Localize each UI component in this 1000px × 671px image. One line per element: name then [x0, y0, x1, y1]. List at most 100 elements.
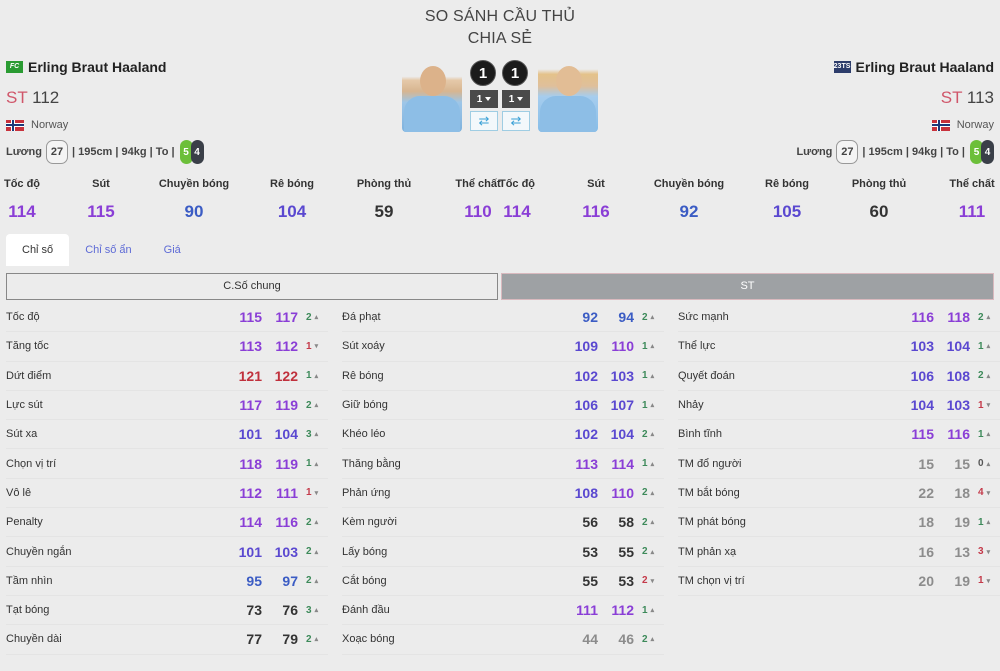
right-foot-rating: 4 — [981, 140, 994, 164]
player-left-position: ST — [6, 88, 28, 107]
stat-diff-value: 1 — [642, 340, 648, 352]
stat-diff-value: 3 — [978, 546, 984, 558]
stat-value-right: 103 — [274, 543, 298, 560]
stat-value-left: 56 — [582, 514, 598, 531]
stat-value-left: 44 — [582, 631, 598, 648]
stat-name: Sức mạnh — [678, 311, 729, 324]
stat-name: Tầm nhìn — [6, 574, 53, 587]
stat-row: Lấy bóng 53 55 2 ▴ — [342, 537, 664, 567]
summary-stat-label: Sút — [92, 178, 110, 190]
arrow-up-icon: ▴ — [986, 343, 991, 351]
stat-value-right: 103 — [946, 397, 970, 414]
player-right-upgrade-select[interactable]: 1 — [502, 90, 530, 108]
stats-column-2: Đá phạt 92 94 2 ▴ Sút xoáy 109 110 1 ▴ Rê bóng 102 1… — [342, 303, 664, 655]
stat-value-right: 97 — [282, 572, 298, 589]
player-left-swap-button[interactable]: ⇄ — [470, 111, 498, 131]
stat-diff: 1 ▴ — [298, 458, 328, 469]
stat-name: TM chọn vị trí — [678, 574, 745, 587]
player-right-info-row: Lương 27 | 195cm | 94kg | To | 5 4 — [694, 140, 994, 164]
player-left-name[interactable]: Erling Braut Haaland — [28, 59, 166, 75]
stat-diff-value: 2 — [642, 487, 648, 499]
stat-diff: 2 ▴ — [634, 487, 664, 498]
stat-row: Thể lực 103 104 1 ▴ — [678, 332, 1000, 362]
stat-value-left: 108 — [574, 484, 598, 501]
stat-diff-value: 2 — [642, 575, 648, 587]
player-right-swap-button[interactable]: ⇄ — [502, 111, 530, 131]
stat-value-left: 106 — [574, 397, 598, 414]
stat-name: Xoạc bóng — [342, 633, 395, 646]
tab-price[interactable]: Giá — [148, 234, 197, 266]
summary-stat-value: 114 — [503, 202, 531, 221]
arrow-up-icon: ▴ — [650, 519, 655, 527]
stat-diff-value: 1 — [642, 458, 648, 470]
stat-row: TM bắt bóng 22 18 4 ▾ — [678, 479, 1000, 509]
summary-stat-label: Sút — [587, 178, 605, 190]
stat-value-right: 111 — [276, 484, 298, 501]
stat-diff-value: 1 — [978, 399, 984, 411]
player-left-level-badge: 1 — [470, 60, 496, 86]
segment-general-stats[interactable]: C.Số chung — [6, 273, 498, 300]
stat-value-right: 116 — [275, 514, 298, 531]
player-left-info-row: Lương 27 | 195cm | 94kg | To | 5 4 — [6, 140, 306, 164]
stat-name: TM đổ người — [678, 457, 742, 470]
stat-value-right: 112 — [275, 338, 298, 355]
stat-diff: 1 ▴ — [634, 341, 664, 352]
stat-diff: 2 ▴ — [634, 312, 664, 323]
summary-stat-left: Tốc độ 114 — [0, 178, 62, 222]
stat-value-left: 92 — [582, 309, 598, 326]
player-left-name-row: FC Erling Braut Haaland — [6, 58, 306, 76]
stat-diff-value: 2 — [642, 311, 648, 323]
stat-diff-value: 1 — [306, 340, 312, 352]
stat-row: Kèm người 56 58 2 ▴ — [342, 508, 664, 538]
summary-stat-right: Sút 116 — [556, 178, 636, 222]
stat-diff: 2 ▴ — [634, 429, 664, 440]
stat-diff-value: 1 — [978, 575, 984, 587]
stat-value-right: 107 — [610, 397, 634, 414]
chevron-down-icon — [517, 97, 524, 101]
share-link[interactable]: CHIA SẺ — [0, 28, 1000, 50]
stat-value-right: 18 — [954, 484, 970, 501]
stat-diff-value: 1 — [306, 487, 312, 499]
stat-name: Tăng tốc — [6, 340, 49, 353]
summary-stat-value: 104 — [277, 202, 307, 221]
player-left-ovr: 112 — [32, 88, 60, 107]
stat-diff: 1 ▾ — [298, 487, 328, 498]
player-right-name[interactable]: Erling Braut Haaland — [856, 59, 994, 75]
stat-row: Penalty 114 116 2 ▴ — [6, 508, 328, 538]
stat-value-right: 104 — [946, 338, 970, 355]
tab-hidden-stats[interactable]: Chỉ số ẩn — [69, 234, 147, 266]
stat-value-left: 102 — [574, 367, 598, 384]
stat-diff-value: 4 — [978, 487, 984, 499]
stat-value-left: 113 — [239, 338, 262, 355]
stat-row: Chuyền dài 77 79 2 ▴ — [6, 625, 328, 655]
player-compare-controls: 1 1 1 1 ⇄ ⇄ — [402, 58, 602, 134]
stat-value-left: 101 — [238, 426, 262, 443]
stat-value-right: 108 — [946, 367, 970, 384]
stat-name: Dứt điểm — [6, 369, 52, 382]
stat-name: Chuyền ngắn — [6, 545, 72, 558]
summary-stat-right: Thể chất 111 — [932, 178, 1000, 222]
player-left-image — [402, 58, 462, 132]
stat-value-right: 122 — [274, 367, 298, 384]
stat-diff-value: 1 — [642, 370, 648, 382]
segment-position-stats[interactable]: ST — [501, 273, 994, 300]
stat-value-left: 55 — [582, 572, 598, 589]
arrow-up-icon: ▴ — [314, 314, 319, 322]
stat-value-right: 94 — [618, 309, 634, 326]
stat-value-right: 116 — [947, 426, 970, 443]
stat-name: Đá phạt — [342, 311, 381, 324]
arrow-up-icon: ▴ — [314, 402, 319, 410]
summary-stats: Tốc độ 114 Sút 115 Chuyền bóng 90 Rê bóng 104 Ph… — [0, 178, 1000, 224]
arrow-up-icon: ▴ — [314, 460, 319, 468]
player-left-upgrade-select[interactable]: 1 — [470, 90, 498, 108]
summary-stat-right: Tốc độ 114 — [477, 178, 557, 222]
stat-diff-value: 3 — [306, 428, 312, 440]
stat-row: Sút xoáy 109 110 1 ▴ — [342, 332, 664, 362]
stat-value-right: 19 — [954, 514, 970, 531]
stat-diff-value: 2 — [306, 633, 312, 645]
tab-stats[interactable]: Chỉ số — [6, 234, 70, 266]
stat-value-left: 111 — [576, 602, 598, 619]
stat-value-right: 104 — [610, 426, 634, 443]
stat-value-right: 58 — [618, 514, 634, 531]
player-right-ovr-row: ST 113 — [694, 88, 994, 108]
